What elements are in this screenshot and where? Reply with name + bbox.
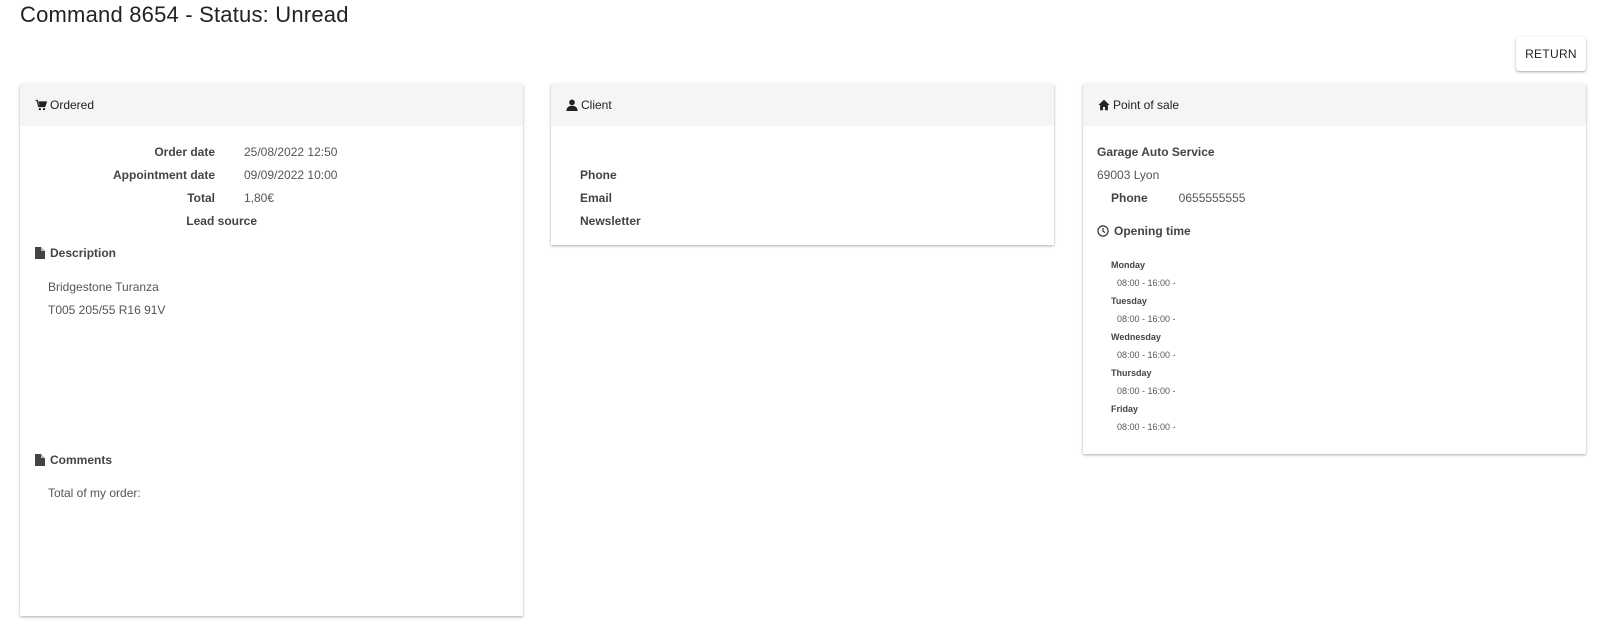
description-title: Description <box>50 246 117 260</box>
client-card-header: Client <box>551 84 1054 126</box>
client-card: Client Phone Email Newsletter <box>551 84 1054 245</box>
appointment-date-value: 09/09/2022 10:00 <box>244 167 338 182</box>
pos-phone-label: Phone <box>1111 190 1148 205</box>
total-value: 1,80€ <box>244 190 275 205</box>
ordered-card-title: Ordered <box>50 98 95 112</box>
order-date-label: Order date <box>154 144 215 159</box>
point-of-sale-card-header: Point of sale <box>1083 84 1586 126</box>
client-newsletter-row: Newsletter <box>580 209 661 232</box>
opening-hours: 08:00 - 16:00 - <box>1117 314 1176 324</box>
file-icon <box>35 454 45 466</box>
pos-name: Garage Auto Service <box>1097 140 1215 163</box>
comments-title: Comments <box>50 453 113 467</box>
return-button[interactable]: RETURN <box>1516 37 1586 71</box>
user-icon <box>566 99 578 111</box>
client-email-label: Email <box>580 190 613 205</box>
home-icon <box>1098 99 1110 111</box>
client-card-title: Client <box>581 98 612 112</box>
page-title: Command 8654 - Status: Unread <box>20 2 349 27</box>
point-of-sale-card-title: Point of sale <box>1113 98 1180 112</box>
pos-city-text: 69003 Lyon <box>1097 167 1160 182</box>
lead-source-label: Lead source <box>186 213 257 228</box>
opening-day: Monday <box>1111 260 1146 270</box>
description-text: Bridgestone Turanza T005 205/55 R16 91V <box>48 276 165 322</box>
opening-hours-list: Monday 08:00 - 16:00 - Tuesday 08:00 - 1… <box>1111 256 1176 436</box>
opening-day: Thursday <box>1111 368 1152 378</box>
ordered-card: Ordered Order date 25/08/2022 12:50 Appo… <box>20 84 523 616</box>
client-email-row: Email <box>580 186 661 209</box>
opening-hours: 08:00 - 16:00 - <box>1117 278 1176 288</box>
total-label: Total <box>187 190 215 205</box>
client-newsletter-label: Newsletter <box>580 213 641 228</box>
order-date-value: 25/08/2022 12:50 <box>244 144 338 159</box>
opening-day: Wednesday <box>1111 332 1161 342</box>
description-line: Bridgestone Turanza <box>48 280 159 294</box>
description-line: T005 205/55 R16 91V <box>48 303 166 317</box>
total-row: Total 1,80€ <box>20 186 337 209</box>
opening-day: Tuesday <box>1111 296 1147 306</box>
cart-icon <box>35 99 47 111</box>
order-details: Order date 25/08/2022 12:50 Appointment … <box>20 140 337 232</box>
opening-hours: 08:00 - 16:00 - <box>1117 350 1176 360</box>
comments-section-title: Comments <box>35 453 112 467</box>
point-of-sale-card: Point of sale Garage Auto Service 69003 … <box>1083 84 1586 454</box>
opening-time-title: Opening time <box>1114 224 1191 238</box>
opening-hours: 08:00 - 16:00 - <box>1117 422 1176 432</box>
opening-hours: 08:00 - 16:00 - <box>1117 386 1176 396</box>
pos-phone-value: 0655555555 <box>1178 190 1246 205</box>
client-details: Phone Email Newsletter <box>580 163 661 232</box>
lead-source-row: Lead source <box>20 209 337 232</box>
description-section-title: Description <box>35 246 116 260</box>
pos-name-text: Garage Auto Service <box>1097 144 1215 159</box>
appointment-date-row: Appointment date 09/09/2022 10:00 <box>20 163 337 186</box>
clock-icon <box>1097 225 1109 237</box>
pos-city: 69003 Lyon <box>1097 163 1159 186</box>
opening-time-section-title: Opening time <box>1097 224 1191 238</box>
client-phone-row: Phone <box>580 163 661 186</box>
order-date-row: Order date 25/08/2022 12:50 <box>20 140 337 163</box>
opening-day: Friday <box>1111 404 1139 414</box>
client-phone-label: Phone <box>580 167 617 182</box>
comments-text: Total of my order: <box>48 486 141 500</box>
appointment-date-label: Appointment date <box>113 167 215 182</box>
pos-phone-row: Phone 0655555555 <box>1111 186 1245 209</box>
ordered-card-header: Ordered <box>20 84 523 126</box>
file-icon <box>35 247 45 259</box>
